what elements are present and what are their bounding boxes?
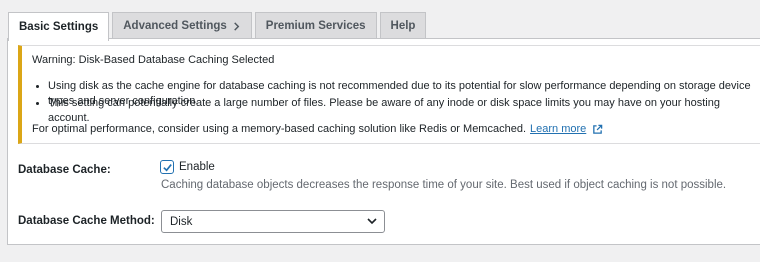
tab-basic-settings[interactable]: Basic Settings: [8, 12, 110, 41]
external-link-icon[interactable]: [592, 124, 603, 135]
chevron-right-icon: [233, 21, 240, 31]
database-cache-method-label: Database Cache Method:: [18, 215, 155, 227]
enable-label[interactable]: Enable: [179, 161, 215, 173]
notice-list: Using disk as the cache engine for datab…: [32, 79, 760, 124]
select-value: Disk: [170, 215, 193, 228]
database-cache-label: Database Cache:: [18, 164, 111, 176]
notice-list-item: Using disk as the cache engine for datab…: [32, 79, 760, 107]
warning-notice: Warning: Disk-Based Database Caching Sel…: [18, 45, 760, 144]
notice-title: Warning: Disk-Based Database Caching Sel…: [32, 54, 275, 66]
tab-premium-services[interactable]: Premium Services: [254, 12, 377, 39]
tab-label: Basic Settings: [19, 21, 99, 33]
checkmark-icon: [163, 164, 172, 172]
notice-list-item: This setting can potentially create a la…: [32, 96, 760, 124]
settings-panel: Warning: Disk-Based Database Caching Sel…: [7, 38, 760, 245]
tab-advanced-settings[interactable]: Advanced Settings: [112, 12, 252, 39]
learn-more-link[interactable]: Learn more: [530, 123, 586, 135]
notice-footer-text: For optimal performance, consider using …: [32, 123, 527, 135]
settings-tabs: Basic Settings Advanced Settings Premium…: [8, 12, 427, 41]
database-cache-method-select[interactable]: Disk: [161, 210, 385, 233]
tab-label: Advanced Settings: [123, 20, 227, 32]
tab-label: Premium Services: [265, 20, 366, 32]
tab-help[interactable]: Help: [379, 12, 427, 39]
chevron-down-icon: [367, 218, 377, 225]
tab-label: Help: [390, 20, 416, 32]
notice-footer: For optimal performance, consider using …: [32, 123, 603, 135]
database-cache-description: Caching database objects decreases the r…: [161, 179, 727, 191]
database-cache-checkbox[interactable]: [160, 160, 174, 174]
